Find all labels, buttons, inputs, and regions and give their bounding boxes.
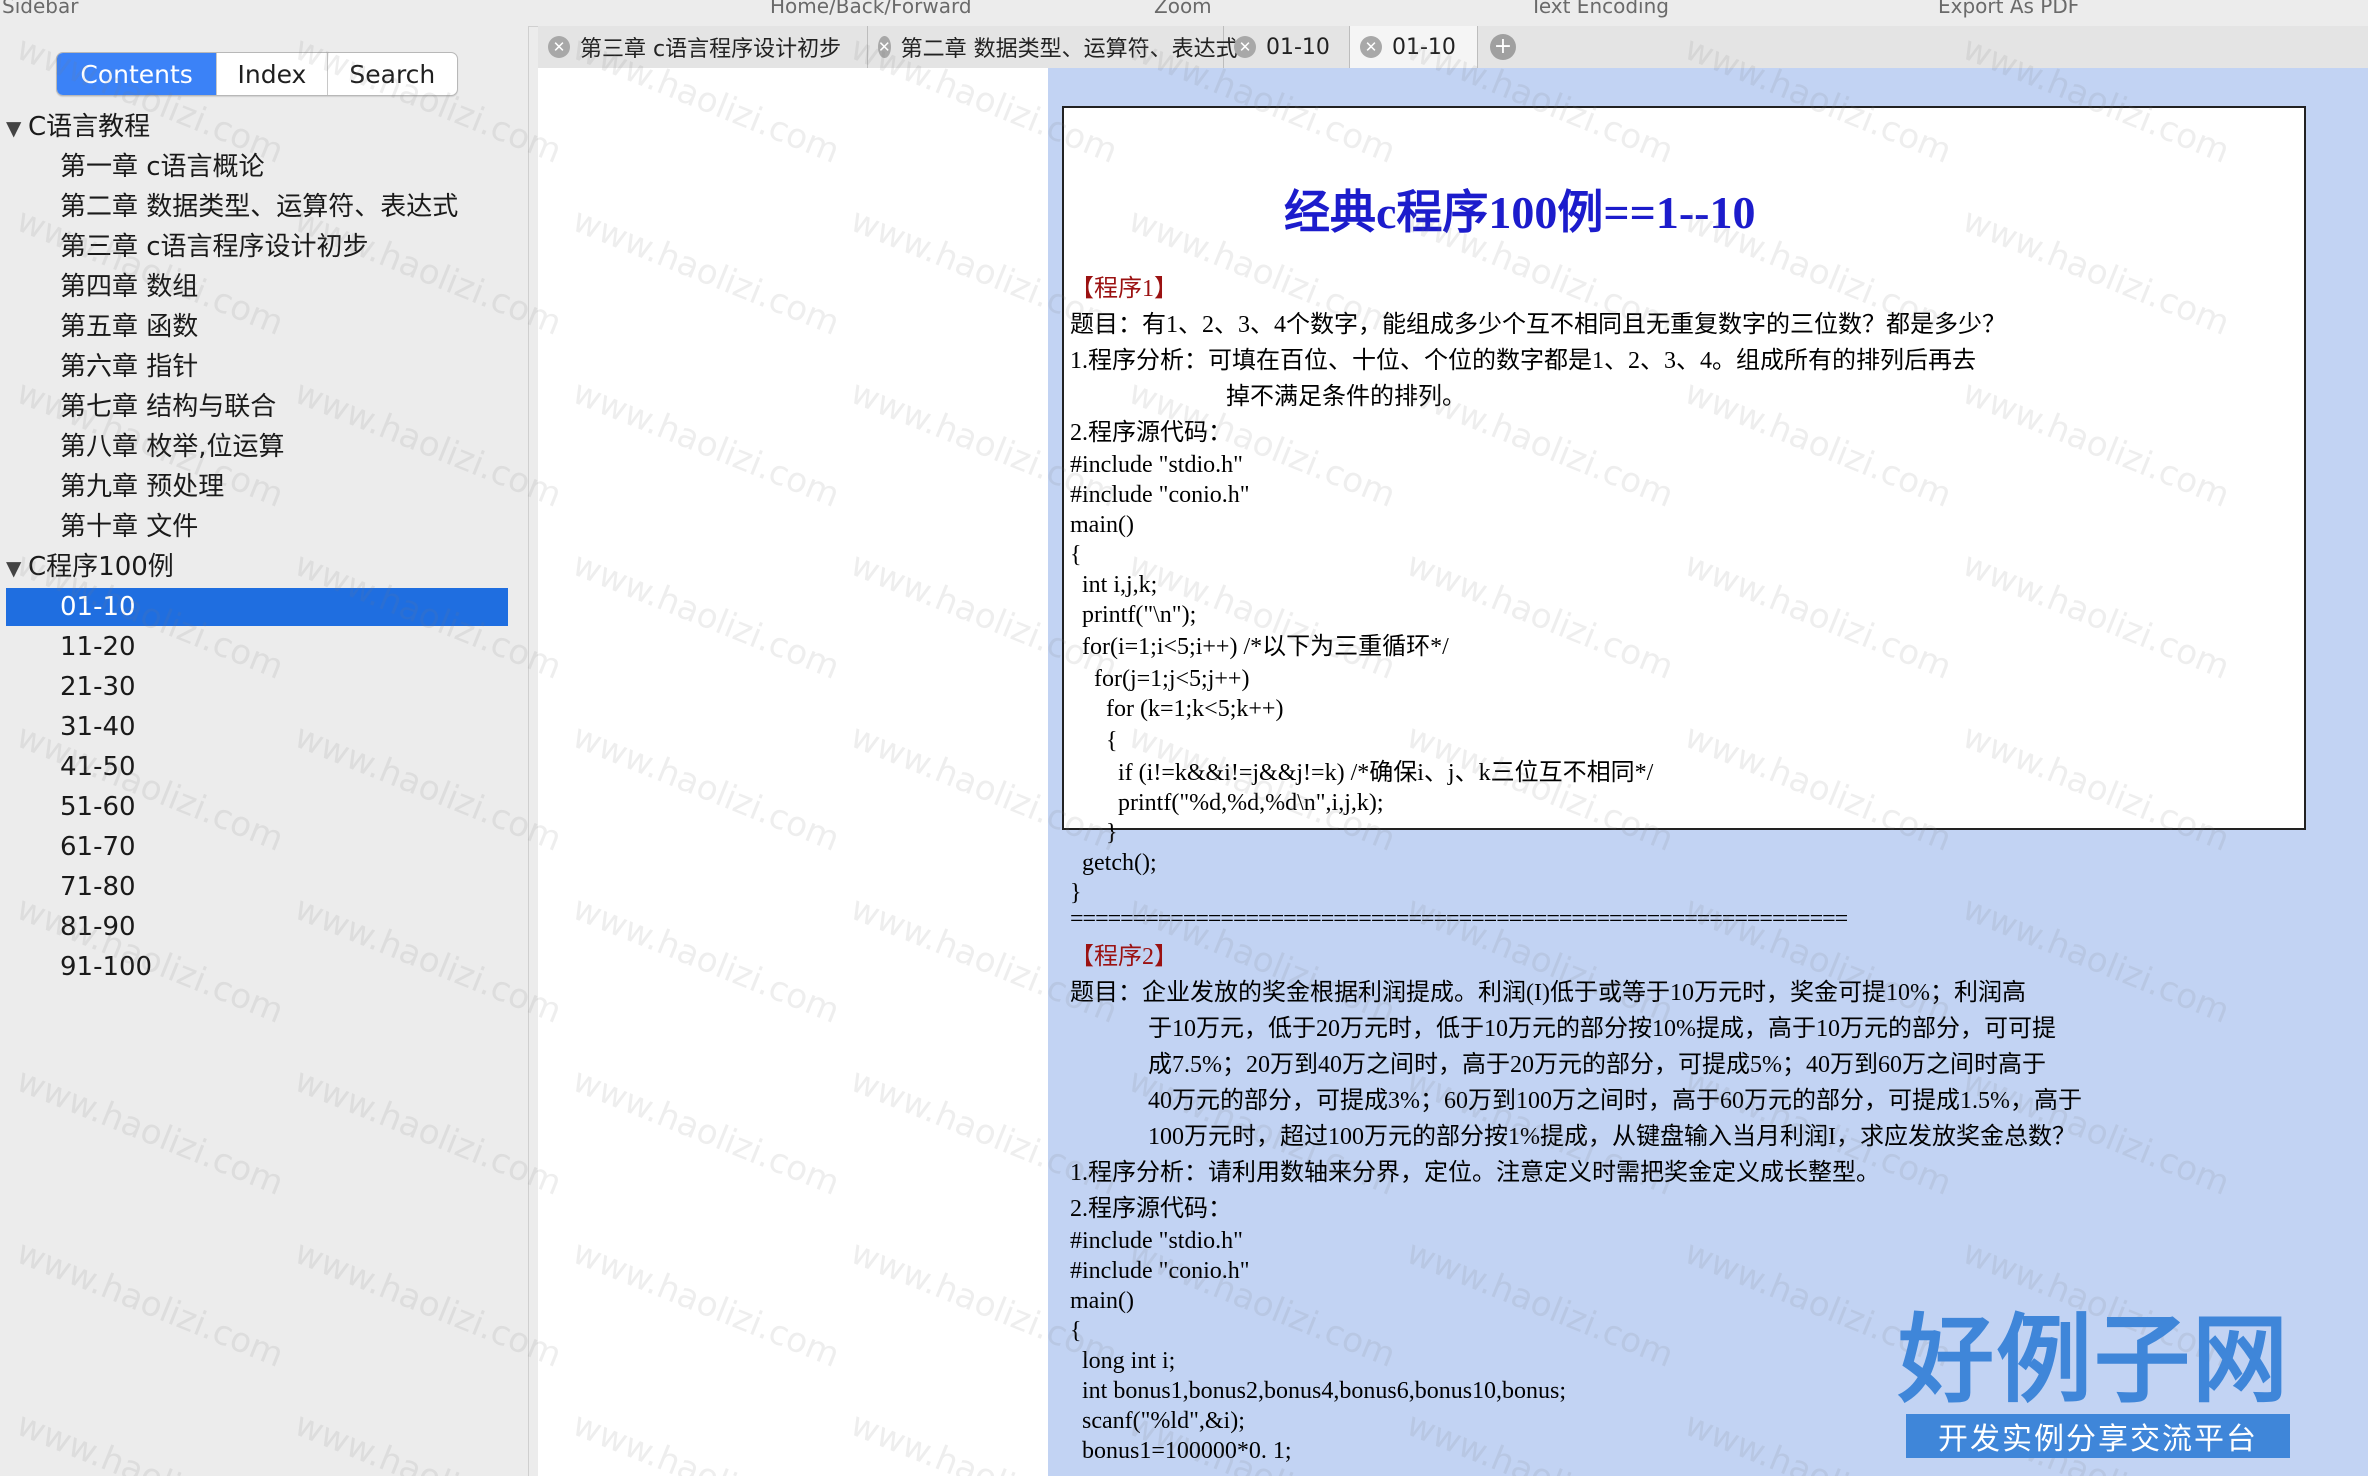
- tree-item[interactable]: 71-80: [6, 868, 508, 906]
- tree-group-label: C语言教程: [28, 112, 151, 142]
- program2-question-cont: 成7.5%；20万到40万之间时，高于20万元的部分，可提成5%；40万到60万…: [1148, 1052, 2046, 1078]
- program2-source-label: 2.程序源代码：: [1070, 1196, 1232, 1222]
- program1-analysis-cont: 掉不满足条件的排列。: [1226, 384, 1466, 410]
- segment-contents[interactable]: Contents: [57, 53, 218, 95]
- sidebar-toolbar-label[interactable]: Sidebar: [2, 0, 78, 18]
- tree-item[interactable]: 第九章 预处理: [6, 468, 508, 506]
- sidebar-segmented-control: Contents Index Search: [56, 52, 458, 96]
- tree-item[interactable]: 11-20: [6, 628, 508, 666]
- tree-item[interactable]: 41-50: [6, 748, 508, 786]
- site-logo: 好例子网 开发实例分享交流平台: [1898, 1310, 2298, 1470]
- close-tab-icon[interactable]: ✕: [1360, 36, 1382, 58]
- tab-label: 第二章 数据类型、运算符、表达式: [900, 37, 1238, 62]
- code-line: long int i;: [1070, 1348, 1176, 1374]
- document-view[interactable]: 经典c程序100例==1--10 【程序1】 题目：有1、2、3、4个数字，能组…: [1048, 68, 2368, 1476]
- tree-item[interactable]: 51-60: [6, 788, 508, 826]
- tree-group-c-tutorial[interactable]: ▼ C语言教程: [6, 108, 508, 146]
- zoom-label[interactable]: Zoom: [1154, 0, 1212, 18]
- code-line: #include "conio.h": [1070, 482, 1250, 508]
- tab-chapter3[interactable]: ✕ 第三章 c语言程序设计初步: [538, 26, 868, 68]
- code-line: main(): [1070, 512, 1134, 538]
- home-back-forward-label[interactable]: Home/Back/Forward: [770, 0, 972, 18]
- segment-search[interactable]: Search: [328, 53, 457, 95]
- code-line: #include "conio.h": [1070, 1258, 1250, 1284]
- page-title: 经典c程序100例==1--10: [1284, 187, 1756, 238]
- sidebar: Contents Index Search ▼ C语言教程 第一章 c语言概论 第…: [0, 26, 529, 1476]
- tab-01-10-active[interactable]: ✕ 01-10: [1350, 26, 1478, 68]
- segment-index[interactable]: Index: [217, 53, 328, 95]
- logo-name: 好例子网: [1898, 1304, 2290, 1416]
- text-encoding-label[interactable]: Text Encoding: [1530, 0, 1669, 18]
- code-line: #include "stdio.h": [1070, 1228, 1243, 1254]
- code-line: for(i=1;i<5;i++) /*以下为三重循环*/: [1070, 634, 1449, 660]
- logo-tagline: 开发实例分享交流平台: [1906, 1414, 2290, 1458]
- close-tab-icon[interactable]: ✕: [548, 36, 570, 58]
- program1-source-label: 2.程序源代码：: [1070, 420, 1232, 446]
- code-line: }: [1070, 820, 1118, 846]
- tree-item[interactable]: 第六章 指针: [6, 348, 508, 386]
- tree-item[interactable]: 第十章 文件: [6, 508, 508, 546]
- code-line: for(j=1;j<5;j++): [1070, 666, 1250, 692]
- tree-item[interactable]: 第二章 数据类型、运算符、表达式: [6, 188, 508, 226]
- tree-item[interactable]: 第五章 函数: [6, 308, 508, 346]
- tree-item[interactable]: 31-40: [6, 708, 508, 746]
- code-line: {: [1070, 728, 1118, 754]
- new-tab-plus-icon[interactable]: +: [1490, 34, 1516, 60]
- tree-item[interactable]: 第八章 枚举,位运算: [6, 428, 508, 466]
- tree-item[interactable]: 第七章 结构与联合: [6, 388, 508, 426]
- program2-heading: 【程序2】: [1070, 944, 1178, 970]
- program2-question-cont: 100万元时，超过100万元的部分按1%提成，从键盘输入当月利润I，求应发放奖金…: [1148, 1124, 2076, 1150]
- disclosure-triangle-icon[interactable]: ▼: [6, 549, 28, 587]
- code-line: bonus1=100000*0. 1;: [1070, 1438, 1292, 1464]
- code-line: scanf("%ld",&i);: [1070, 1408, 1245, 1434]
- tree-group-label: C程序100例: [28, 552, 174, 582]
- tab-label: 01-10: [1266, 34, 1330, 60]
- code-line: int i,j,k;: [1070, 572, 1158, 598]
- tree-item[interactable]: 91-100: [6, 948, 508, 986]
- code-line: for (k=1;k<5;k++): [1070, 696, 1284, 722]
- toolbar: Sidebar Home/Back/Forward Zoom Text Enco…: [0, 0, 2368, 27]
- separator-line: ========================================…: [1070, 906, 1848, 932]
- code-line: getch();: [1070, 850, 1157, 876]
- code-line: {: [1070, 1318, 1082, 1344]
- program1-heading: 【程序1】: [1070, 276, 1178, 302]
- disclosure-triangle-icon[interactable]: ▼: [6, 109, 28, 147]
- tree-group-c-100-examples[interactable]: ▼ C程序100例: [6, 548, 508, 586]
- program2-analysis: 1.程序分析：请利用数轴来分界，定位。注意定义时需把奖金定义成长整型。: [1070, 1160, 1880, 1186]
- tab-bar: ✕ 第三章 c语言程序设计初步 ✕ 第二章 数据类型、运算符、表达式 ✕ 01-10 …: [538, 26, 2368, 69]
- tree-item[interactable]: 81-90: [6, 908, 508, 946]
- tree-item[interactable]: 第四章 数组: [6, 268, 508, 306]
- tab-chapter2[interactable]: ✕ 第二章 数据类型、运算符、表达式: [868, 26, 1238, 68]
- content-left-margin: [538, 68, 1048, 1476]
- tab-label: 第三章 c语言程序设计初步: [580, 37, 842, 62]
- code-line: printf("%d,%d,%d\n",i,j,k);: [1070, 790, 1384, 816]
- program1-question: 题目：有1、2、3、4个数字，能组成多少个互不相同且无重复数字的三位数？都是多少…: [1070, 312, 2006, 338]
- tree-item-selected[interactable]: 01-10: [6, 588, 508, 626]
- tree-item[interactable]: 第一章 c语言概论: [6, 148, 508, 186]
- program2-question-cont: 于10万元，低于20万元时，低于10万元的部分按10%提成，高于10万元的部分，…: [1148, 1016, 2056, 1042]
- tree-item[interactable]: 21-30: [6, 668, 508, 706]
- program2-question: 题目：企业发放的奖金根据利润提成。利润(I)低于或等于10万元时，奖金可提10%…: [1070, 980, 2026, 1006]
- export-pdf-label[interactable]: Export As PDF: [1938, 0, 2079, 18]
- program2-question-cont: 40万元的部分，可提成3%；60万到100万之间时，高于60万元的部分，可提成1…: [1148, 1088, 2082, 1114]
- tab-label: 01-10: [1392, 34, 1456, 60]
- code-line: main(): [1070, 1288, 1134, 1314]
- code-line: if (i!=k&&i!=j&&j!=k) /*确保i、j、k三位互不相同*/: [1070, 760, 1654, 786]
- close-tab-icon[interactable]: ✕: [1234, 36, 1256, 58]
- tab-01-10[interactable]: ✕ 01-10: [1224, 26, 1350, 68]
- code-line: printf("\n");: [1070, 602, 1197, 628]
- code-line: }: [1070, 880, 1082, 906]
- code-line: {: [1070, 542, 1082, 568]
- program1-analysis: 1.程序分析：可填在百位、十位、个位的数字都是1、2、3、4。组成所有的排列后再…: [1070, 348, 1976, 374]
- code-line: int bonus1,bonus2,bonus4,bonus6,bonus10,…: [1070, 1378, 1567, 1404]
- code-line: #include "stdio.h": [1070, 452, 1243, 478]
- close-tab-icon[interactable]: ✕: [878, 36, 891, 58]
- tree-item[interactable]: 第三章 c语言程序设计初步: [6, 228, 508, 266]
- tree-item[interactable]: 61-70: [6, 828, 508, 866]
